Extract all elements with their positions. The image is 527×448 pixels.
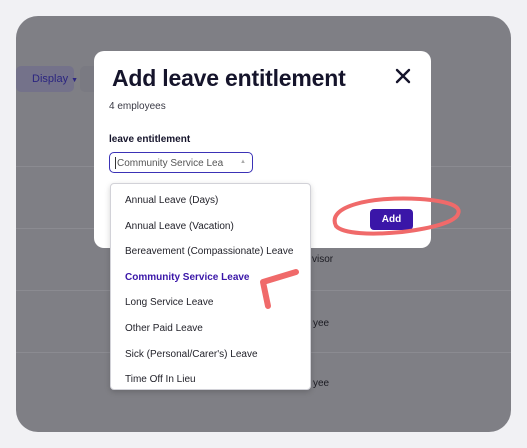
- leave-options-dropdown: Annual Leave (Days) Annual Leave (Vacati…: [110, 183, 311, 390]
- select-value: Community Service Lea: [117, 158, 224, 169]
- option-long-service-leave[interactable]: Long Service Leave: [111, 290, 310, 316]
- option-sick-leave[interactable]: Sick (Personal/Carer's) Leave: [111, 342, 310, 368]
- option-time-off-in-lieu[interactable]: Time Off In Lieu: [111, 367, 310, 393]
- row-role-text: visor: [312, 254, 334, 265]
- option-annual-leave-days[interactable]: Annual Leave (Days): [111, 188, 310, 214]
- option-other-paid-leave[interactable]: Other Paid Leave: [111, 316, 310, 342]
- modal-title: Add leave entitlement: [112, 65, 346, 91]
- display-label: Display: [32, 73, 69, 85]
- app-frame: Display ▼ visor yee yee Add leave entitle…: [16, 16, 511, 432]
- leave-entitlement-label: leave entitlement: [109, 134, 191, 145]
- option-community-service-leave[interactable]: Community Service Leave: [111, 265, 310, 291]
- add-button[interactable]: Add: [370, 209, 413, 230]
- row-role-text: yee: [313, 318, 330, 329]
- option-bereavement-leave[interactable]: Bereavement (Compassionate) Leave: [111, 239, 310, 265]
- text-cursor: [115, 157, 116, 169]
- display-button[interactable]: Display ▼: [16, 66, 78, 92]
- option-annual-leave-vacation[interactable]: Annual Leave (Vacation): [111, 214, 310, 240]
- leave-entitlement-select[interactable]: Community Service Lea ▲: [109, 152, 253, 173]
- employee-count: 4 employees: [109, 101, 166, 112]
- chevron-up-icon: ▲: [240, 159, 246, 165]
- chevron-down-icon: ▼: [71, 77, 79, 84]
- close-icon[interactable]: [394, 67, 412, 85]
- row-role-text: yee: [313, 378, 330, 389]
